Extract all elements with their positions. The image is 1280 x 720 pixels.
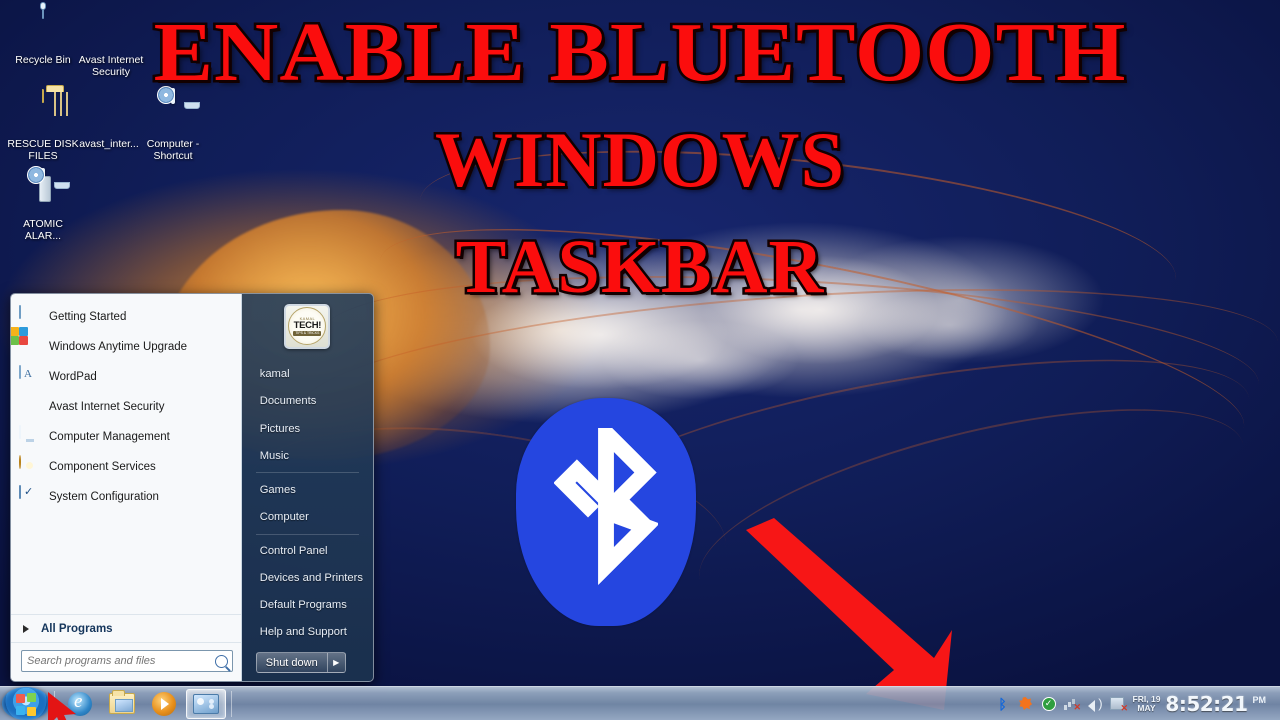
search-input[interactable] <box>27 655 215 667</box>
computer-management-icon <box>19 425 41 448</box>
chevron-right-icon: ▶ <box>333 658 340 668</box>
divider <box>255 533 359 535</box>
shutdown-area: Shut down ▶ <box>242 646 373 681</box>
start-menu-right-item-documents[interactable]: Documents <box>242 388 373 415</box>
media-player-icon <box>152 691 176 716</box>
start-menu-item-avast-internet-security[interactable]: Avast Internet Security <box>11 392 241 422</box>
control-panel-window-button[interactable] <box>186 688 226 719</box>
all-programs-label: All Programs <box>41 622 113 635</box>
right-pane-label: Music <box>259 449 289 462</box>
right-pane-label: Default Programs <box>259 599 347 612</box>
search-icon <box>214 654 228 668</box>
divider <box>231 690 232 717</box>
title-line-1: ENABLE BLUETOOTH <box>151 6 1128 99</box>
right-pane-label: Devices and Printers <box>259 572 363 585</box>
internet-explorer-icon <box>68 691 92 716</box>
system-configuration-icon <box>19 485 41 508</box>
start-menu-search-area <box>11 642 241 681</box>
windows-explorer-button[interactable] <box>102 689 142 719</box>
start-menu-left-pane: Getting Started Windows Anytime Upgrade … <box>11 294 242 681</box>
wordpad-icon <box>19 365 41 388</box>
component-services-icon <box>19 455 41 478</box>
bluetooth-logo <box>516 398 696 626</box>
right-pane-label: Documents <box>259 395 317 408</box>
red-pointer-arrow <box>746 518 952 710</box>
right-pane-label: Games <box>259 483 296 496</box>
start-menu-program-list: Getting Started Windows Anytime Upgrade … <box>11 294 241 614</box>
start-menu-item-wordpad[interactable]: WordPad <box>11 362 241 392</box>
right-pane-label: Help and Support <box>259 626 347 639</box>
windows-flag-icon <box>11 327 41 358</box>
right-pane-label: Pictures <box>259 422 301 435</box>
start-menu-right-item-computer[interactable]: Computer <box>242 503 373 530</box>
start-menu-right-item-user[interactable]: kamal <box>242 361 373 388</box>
chevron-right-icon <box>23 624 29 633</box>
system-tray[interactable]: ᛒ ✓ FRI, 19 MAY 8:52:21 PM <box>995 692 1280 716</box>
clock-ampm: PM <box>1252 694 1267 705</box>
windows-media-player-button[interactable] <box>144 689 184 719</box>
start-menu-item-label: Windows Anytime Upgrade <box>49 341 188 353</box>
start-menu-right-item-help-and-support[interactable]: Help and Support <box>242 619 373 646</box>
avatar-bottom-text: TIPS & TRICKS <box>293 330 322 336</box>
network-tray-icon[interactable] <box>1064 696 1081 713</box>
avatar[interactable]: KAMAL TECH! TIPS & TRICKS <box>284 304 331 349</box>
all-programs-button[interactable]: All Programs <box>11 614 241 642</box>
start-menu-item-getting-started[interactable]: Getting Started <box>11 302 241 332</box>
divider <box>54 690 55 717</box>
avast-icon <box>19 396 41 418</box>
clock-time: 8:52:21 <box>1165 691 1248 716</box>
start-menu-right-pane: KAMAL TECH! TIPS & TRICKS kamal Document… <box>242 294 373 681</box>
avatar-main-text: TECH! <box>293 319 322 331</box>
control-panel-icon <box>193 693 219 714</box>
start-menu-item-system-configuration[interactable]: System Configuration <box>11 482 241 512</box>
action-center-tray-icon[interactable] <box>1110 696 1128 714</box>
volume-tray-icon[interactable] <box>1087 696 1103 712</box>
clock-date: FRI, 19 MAY <box>1133 694 1161 713</box>
start-menu-item-computer-management[interactable]: Computer Management <box>11 422 241 452</box>
internet-explorer-button[interactable] <box>60 689 100 719</box>
bluetooth-glyph-icon <box>554 428 658 585</box>
avast-tray-icon[interactable] <box>1018 696 1034 712</box>
title-line-2: WINDOWS <box>432 116 846 203</box>
start-menu-right-item-devices-and-printers[interactable]: Devices and Printers <box>242 565 373 592</box>
start-menu-item-label: WordPad <box>49 371 97 383</box>
search-box[interactable] <box>21 650 233 672</box>
start-menu-item-label: Avast Internet Security <box>49 401 165 413</box>
start-menu-right-item-music[interactable]: Music <box>242 442 373 469</box>
security-ok-tray-icon[interactable]: ✓ <box>1041 696 1057 712</box>
bluetooth-tray-icon[interactable]: ᛒ <box>995 696 1011 712</box>
start-menu-item-label: System Configuration <box>49 491 159 503</box>
start-menu-right-item-control-panel[interactable]: Control Panel <box>242 537 373 564</box>
divider <box>255 472 359 474</box>
getting-started-icon <box>19 305 41 328</box>
start-menu-item-label: Component Services <box>49 461 156 473</box>
start-menu-item-component-services[interactable]: Component Services <box>11 452 241 482</box>
start-menu-right-item-default-programs[interactable]: Default Programs <box>242 592 373 619</box>
shutdown-label: Shut down <box>265 656 318 669</box>
taskbar-clock[interactable]: FRI, 19 MAY 8:52:21 PM <box>1133 692 1274 716</box>
title-line-3: TASKBAR <box>453 225 826 309</box>
shutdown-button[interactable]: Shut down <box>255 652 327 674</box>
right-pane-label: Computer <box>259 510 309 523</box>
clock-month: MAY <box>1137 702 1156 713</box>
start-button[interactable] <box>2 687 50 720</box>
shutdown-options-arrow[interactable]: ▶ <box>326 652 346 674</box>
jellyfish-wisp <box>600 320 800 400</box>
windows-flag-icon <box>15 692 37 716</box>
start-menu-right-item-games[interactable]: Games <box>242 476 373 503</box>
folder-icon <box>109 690 135 714</box>
kamal-tech-logo: KAMAL TECH! TIPS & TRICKS <box>288 307 327 346</box>
start-menu-item-label: Computer Management <box>49 431 170 443</box>
right-pane-label: Control Panel <box>259 545 328 558</box>
start-menu-right-item-pictures[interactable]: Pictures <box>242 415 373 442</box>
start-menu-item-windows-anytime-upgrade[interactable]: Windows Anytime Upgrade <box>11 327 241 362</box>
start-menu-item-label: Getting Started <box>49 311 127 323</box>
right-pane-label: kamal <box>259 368 290 381</box>
taskbar[interactable]: ᛒ ✓ FRI, 19 MAY 8:52:21 PM <box>0 686 1280 720</box>
start-menu[interactable]: Getting Started Windows Anytime Upgrade … <box>10 293 374 682</box>
